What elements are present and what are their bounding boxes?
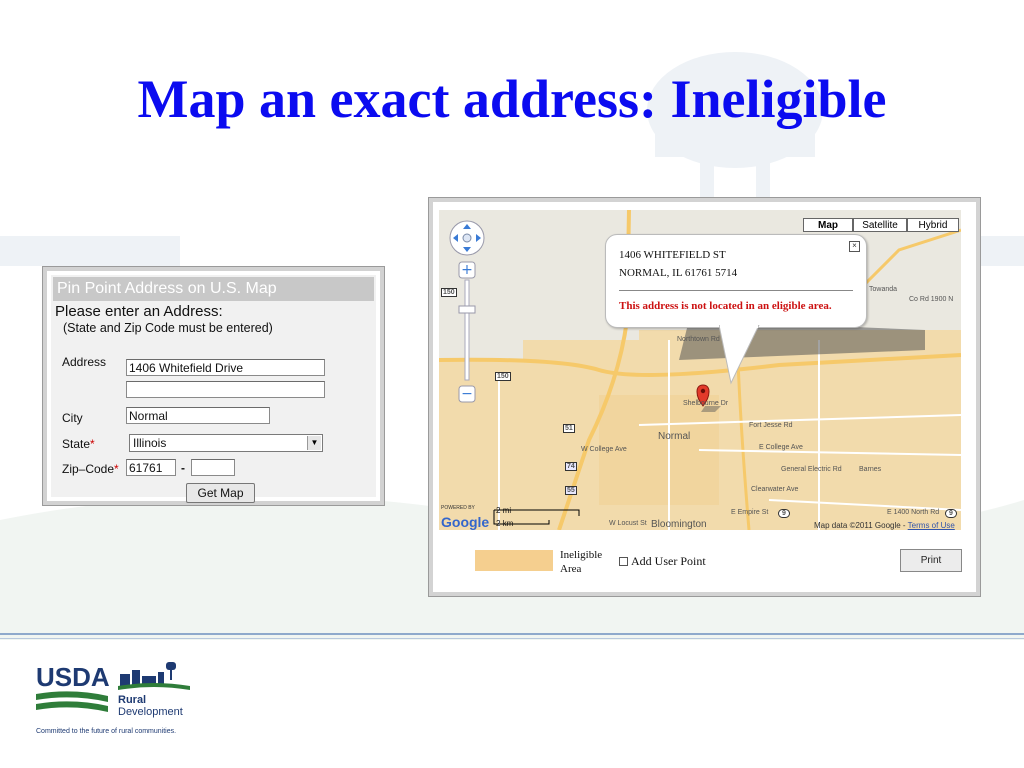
info-address-line1: 1406 WHITEFIELD ST [619,249,726,261]
map-label-co-rd-1900: Co Rd 1900 N [909,296,954,303]
form-prompt: Please enter an Address: [55,303,223,320]
address-label: Address [62,355,107,369]
map-label-street: Shelbourne Dr [683,400,729,407]
map-copyright: Map data ©2011 Google - Terms of Use [814,521,955,530]
map-label-college-w: W College Ave [581,446,627,453]
form-note: (State and Zip Code must be entered) [63,321,273,335]
close-icon[interactable]: × [849,241,860,252]
map-label-bloomington: Bloomington [651,519,707,530]
state-select[interactable]: Illinois ▼ [129,434,323,452]
svg-text:+: + [461,262,473,278]
ineligible-message: This address is not located in an eligib… [619,300,832,312]
chevron-down-icon[interactable]: ▼ [307,436,321,450]
address-line1-input[interactable]: 1406 Whitefield Drive [126,359,325,376]
info-address-line2: NORMAL, IL 61761 5714 [619,267,738,279]
state-label: State* [62,437,95,451]
info-window-tail [719,325,760,385]
highway-shield: 74 [565,462,577,471]
highway-shield: 150 [495,372,511,381]
highway-shield: 9 [945,509,957,518]
usda-logo-stripes [36,691,108,712]
rural-development-icon [118,662,190,690]
map-label-general-electric: General Electric Rd [781,466,842,473]
google-logo: Google [441,514,490,530]
highway-shield: 51 [563,424,575,433]
footer-divider-thin [0,638,1024,639]
map-label-fort-jesse: Fort Jesse Rd [749,422,793,429]
usda-logo-text: USDA [36,662,110,692]
info-window: 1406 WHITEFIELD ST NORMAL, IL 61761 5714… [605,234,867,328]
map-type-map-button[interactable]: Map [803,218,853,232]
address-form-panel: Pin Point Address on U.S. Map Please ent… [42,266,385,506]
city-label: City [62,411,83,425]
address-form: Pin Point Address on U.S. Map Please ent… [51,275,376,503]
map-label-college-e: E College Ave [759,444,803,451]
zip-label: Zip–Code* [62,462,119,476]
map-label-towanda: Towanda [869,286,898,293]
get-map-button[interactable]: Get Map [186,483,255,503]
form-header: Pin Point Address on U.S. Map [53,277,374,301]
map-label-barnes: Barnes [859,466,882,473]
map-type-hybrid-button[interactable]: Hybrid [907,218,959,232]
zip-input[interactable]: 61761 [126,459,176,476]
print-button[interactable]: Print [900,549,962,572]
scale-kilometers: 2 km [496,519,514,528]
map-label-co-rd-1400: E 1400 North Rd [887,509,940,516]
map-label-locust: W Locust St [609,520,647,527]
map-label-normal: Normal [658,431,691,442]
zip-ext-input[interactable] [191,459,235,476]
development-label: Development [118,706,183,718]
map-label-clearwater: Clearwater Ave [751,486,799,493]
map-panel: + − Map Satellite Hybrid 150 150 51 74 5… [428,197,981,597]
rural-label: Rural [118,694,147,706]
footer-divider [0,633,1024,635]
info-divider [619,290,853,291]
highway-shield: 55 [565,486,577,495]
highway-shield: 9 [778,509,790,518]
city-input[interactable]: Normal [126,407,270,424]
ineligible-area-label: Ineligible Area [560,549,603,575]
scale-miles: 2 mi [496,506,512,515]
page-title: Map an exact address: Ineligible [137,69,887,129]
add-user-point-label[interactable]: Add User Point [631,554,706,569]
map-label-empire: E Empire St [731,509,769,516]
terms-of-use-link[interactable]: Terms of Use [908,521,955,530]
map-canvas[interactable]: + − Map Satellite Hybrid 150 150 51 74 5… [439,210,961,530]
svg-text:−: − [461,386,473,402]
highway-shield: 150 [441,288,457,297]
ineligible-area-swatch [475,550,553,571]
add-user-point-checkbox[interactable] [619,557,628,566]
address-line2-input[interactable] [126,381,325,398]
pan-zoom-control[interactable]: + − [447,218,491,408]
map-type-satellite-button[interactable]: Satellite [853,218,907,232]
tagline: Committed to the future of rural communi… [36,728,177,735]
zip-separator: - [181,461,185,475]
map-label-northtown: Northtown Rd [677,336,720,343]
slide: Map an exact address: Ineligible Pin Poi… [0,0,1024,768]
powered-by-label: POWERED BY [441,505,475,511]
